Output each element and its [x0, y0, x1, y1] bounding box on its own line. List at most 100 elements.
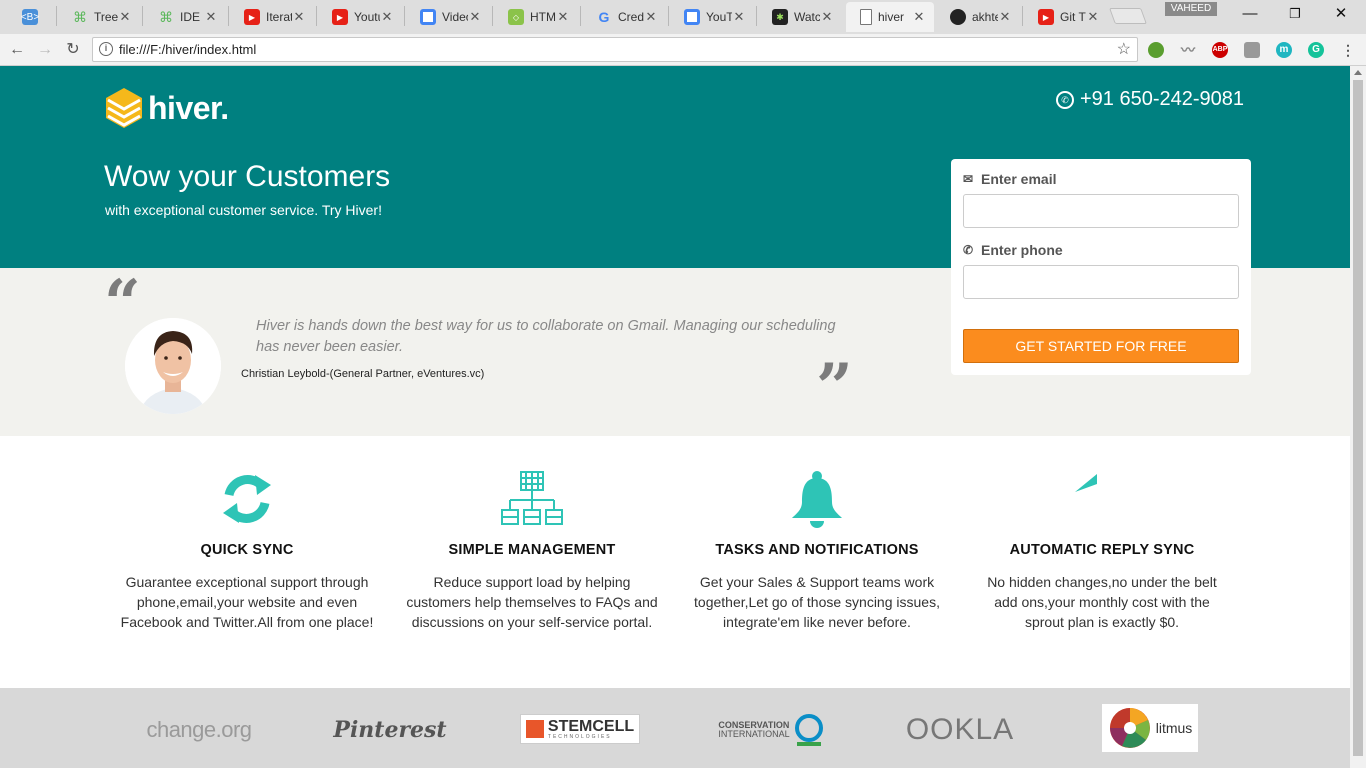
browser-tab[interactable]: G Cred ✕	[582, 2, 666, 32]
hiver-logo-icon	[106, 88, 142, 128]
grammarly-icon[interactable]: G	[1308, 42, 1324, 58]
close-tab-icon[interactable]: ✕	[1086, 9, 1100, 25]
close-tab-icon[interactable]: ✕	[556, 9, 570, 25]
scrollbar-thumb[interactable]	[1353, 80, 1363, 756]
open-quote-icon: “	[104, 266, 141, 341]
forward-button[interactable]: →	[34, 39, 56, 61]
feature-quick-sync: QUICK SYNC Guarantee exceptional support…	[112, 470, 382, 632]
feature-simple-management: SIMPLE MANAGEMENT Reduce support load by…	[397, 470, 667, 632]
browser-tab[interactable]: akhte✕	[936, 2, 1020, 32]
browser-tab[interactable]: ✱ Watc ✕	[758, 2, 842, 32]
menu-icon[interactable]: ⋮	[1340, 42, 1356, 58]
email-field[interactable]	[963, 194, 1239, 228]
profile-badge[interactable]: VAHEED	[1165, 2, 1217, 16]
stemcell-mark-icon	[525, 720, 544, 738]
watch-icon: ✱	[772, 9, 788, 25]
phone-field[interactable]	[963, 265, 1239, 299]
github-icon	[950, 9, 966, 25]
extension-icon[interactable]	[1148, 42, 1164, 58]
url-text: file:///F:/hiver/index.html	[119, 42, 257, 57]
treehouse-icon: ⌘	[159, 8, 173, 25]
close-tab-icon[interactable]: ✕	[468, 9, 482, 25]
close-tab-icon[interactable]: ✕	[998, 9, 1012, 25]
signup-form: ✉ Enter email ✆ Enter phone GET STARTED …	[951, 159, 1251, 375]
restore-button[interactable]: ❐	[1280, 4, 1310, 24]
client-logo-stemcell: STEMCELL TECHNOLOGIES	[520, 714, 640, 744]
treehouse-icon: ⌘	[73, 8, 87, 25]
browser-tab[interactable]: ⌘ Tree ✕	[58, 2, 140, 32]
browser-tab[interactable]: ▶ Iterat ✕	[230, 2, 314, 32]
adblock-icon[interactable]: ABP	[1212, 42, 1228, 58]
close-tab-icon[interactable]: ✕	[644, 9, 658, 25]
browser-tab-bar: <B> ⌘ Tree✕ ⌘ IDE |✕ ▶ Iterat✕ ▶ Youtu✕ …	[0, 0, 1366, 34]
hiver-logo[interactable]: hiver.	[104, 86, 229, 130]
address-toolbar: ← → ↻ i file:///F:/hiver/index.html ☆ 〰 …	[0, 34, 1366, 66]
browser-tab[interactable]: <B>	[8, 2, 54, 32]
extension-icon[interactable]: 〰	[1180, 42, 1196, 58]
features-section: QUICK SYNC Guarantee exceptional support…	[0, 436, 1350, 688]
client-logo-pinterest: Pinterest	[333, 717, 447, 743]
client-logo-change-org: change.org	[146, 717, 252, 742]
close-tab-icon[interactable]: ✕	[292, 9, 306, 25]
bell-icon	[682, 470, 952, 528]
close-tab-icon[interactable]: ✕	[380, 9, 394, 25]
browser-tab-active[interactable]: hiver ✕	[846, 2, 934, 32]
chrome-icon	[420, 9, 436, 25]
close-quote-icon: ”	[816, 350, 853, 425]
feature-text: Get your Sales & Support teams work toge…	[694, 574, 940, 630]
close-tab-icon[interactable]: ✕	[820, 9, 834, 25]
minimize-button[interactable]: —	[1235, 4, 1265, 24]
feature-title: SIMPLE MANAGEMENT	[448, 542, 616, 558]
info-icon[interactable]: i	[99, 42, 113, 56]
hero-subtitle: with exceptional customer service. Try H…	[105, 202, 382, 218]
youtube-icon: ▶	[1038, 9, 1054, 25]
bookmark-star-icon[interactable]: ☆	[1117, 38, 1131, 61]
browser-tab[interactable]: ◇ HTM ✕	[494, 2, 578, 32]
feature-title: QUICK SYNC	[200, 542, 294, 558]
extension-icon[interactable]	[1244, 42, 1260, 58]
clients-section: change.org Pinterest STEMCELL TECHNOLOGI…	[0, 688, 1350, 768]
phone-text: +91 650-242-9081	[1080, 88, 1245, 110]
sitemap-icon	[397, 470, 667, 528]
browser-tab[interactable]: YouT ✕	[670, 2, 754, 32]
browser-tab[interactable]: Video✕	[406, 2, 490, 32]
back-button[interactable]: ←	[6, 39, 28, 61]
new-tab-button[interactable]	[1109, 8, 1147, 24]
close-tab-icon[interactable]: ✕	[912, 9, 926, 25]
phone-number[interactable]: ✆ +91 650-242-9081	[1056, 88, 1244, 111]
client-logo-ookla: OOKLA	[905, 713, 1015, 746]
file-icon	[860, 9, 872, 25]
browser-tab[interactable]: ⌘ IDE | ✕	[144, 2, 226, 32]
page-scrollbar[interactable]	[1350, 66, 1366, 768]
close-window-button[interactable]: ✕	[1326, 4, 1356, 24]
browser-tab[interactable]: ▶ Git T ✕	[1024, 2, 1108, 32]
feature-tasks-notifications: TASKS AND NOTIFICATIONS Get your Sales &…	[682, 470, 952, 632]
sync-icon	[112, 470, 382, 528]
browser-tab[interactable]: ▶ Youtu✕	[318, 2, 402, 32]
reload-button[interactable]: ↻	[62, 39, 84, 61]
feature-title: TASKS AND NOTIFICATIONS	[715, 542, 919, 558]
litmus-mark-icon	[1109, 708, 1150, 748]
phone-label: ✆ Enter phone	[963, 242, 1063, 258]
reply-icon	[967, 470, 1237, 528]
client-logo-litmus: litmus	[1102, 704, 1198, 752]
youtube-icon: ▶	[332, 9, 348, 25]
google-icon: G	[598, 9, 610, 25]
page-content: hiver. ✆ +91 650-242-9081 Wow your Custo…	[0, 66, 1350, 768]
chrome-icon	[684, 9, 700, 25]
close-tab-icon[interactable]: ✕	[204, 9, 218, 25]
bootstrap-icon: <B>	[21, 9, 39, 25]
hero-title: Wow your Customers	[104, 160, 391, 193]
close-tab-icon[interactable]: ✕	[732, 9, 746, 25]
email-label: ✉ Enter email	[963, 171, 1057, 187]
feature-text: Guarantee exceptional support through ph…	[120, 574, 374, 630]
avatar-photo	[125, 318, 221, 414]
scroll-up-icon[interactable]	[1354, 70, 1362, 75]
extension-icon[interactable]: m	[1276, 42, 1292, 58]
address-bar[interactable]: i file:///F:/hiver/index.html ☆	[92, 37, 1138, 62]
youtube-icon: ▶	[244, 9, 260, 25]
feature-automatic-reply-sync: AUTOMATIC REPLY SYNC No hidden changes,n…	[967, 470, 1237, 632]
get-started-button[interactable]: GET STARTED FOR FREE	[963, 329, 1239, 363]
close-tab-icon[interactable]: ✕	[118, 9, 132, 25]
feature-text: Reduce support load by helping customers…	[406, 574, 658, 630]
